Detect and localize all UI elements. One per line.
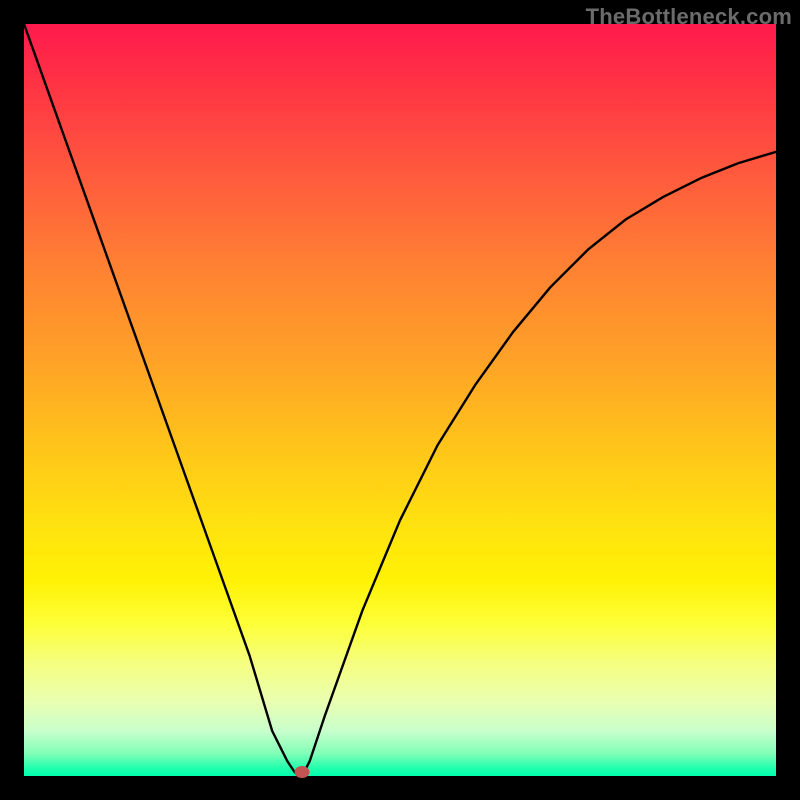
plot-area bbox=[24, 24, 776, 776]
chart-container: TheBottleneck.com bbox=[0, 0, 800, 800]
minimum-marker bbox=[295, 766, 310, 778]
watermark-text: TheBottleneck.com bbox=[586, 4, 792, 30]
bottleneck-curve bbox=[24, 24, 776, 776]
curve-svg bbox=[24, 24, 776, 776]
